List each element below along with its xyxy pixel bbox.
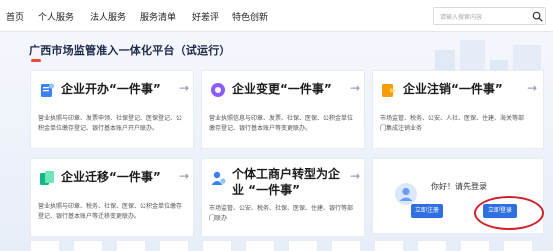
card-business-open[interactable]: 企业开办“一件事” → 营业执照与印章、发票申领、社保登记、医保登记、公积金单位… xyxy=(30,70,194,149)
nav-personal-services[interactable]: 个人服务 xyxy=(38,10,74,23)
individual-transform-icon xyxy=(211,171,226,185)
avatar-icon xyxy=(395,183,417,205)
arrow-right-icon[interactable]: → xyxy=(179,81,189,95)
arrow-right-icon[interactable]: → xyxy=(527,81,537,95)
service-tile[interactable] xyxy=(116,240,146,251)
card-business-cancel[interactable]: 企业注销“一件事” → 市场监管、税务、公安、人社、医保、住建、海关等部门集成注… xyxy=(372,70,544,149)
service-tile[interactable] xyxy=(288,240,318,251)
card-title: 企业迁移“一件事” xyxy=(61,170,161,184)
service-tile[interactable] xyxy=(460,240,490,251)
card-title-line1: 个体工商户转型为企 xyxy=(232,167,341,181)
nav-service-list[interactable]: 服务清单 xyxy=(140,10,176,23)
card-description: 市场监管、税务、公安、人社、医保、住建、海关等部门集成注销业务 xyxy=(380,115,525,132)
arrow-right-icon[interactable]: → xyxy=(350,169,360,183)
nav-featured-innovation[interactable]: 特色创新 xyxy=(232,10,268,23)
nav-corporate-services[interactable]: 法人服务 xyxy=(90,10,126,23)
highlight-circle xyxy=(474,196,544,230)
login-prompt: 你好！请先登录 xyxy=(431,182,487,191)
business-cancel-icon xyxy=(382,84,396,97)
business-migrate-icon xyxy=(40,171,54,185)
service-tile[interactable] xyxy=(331,240,361,251)
business-change-icon xyxy=(211,83,225,97)
card-description: 市场监管、公安、税务、社保、医保、住建、银行等部门联办 xyxy=(209,205,354,222)
search-icon[interactable] xyxy=(532,11,543,22)
business-open-icon xyxy=(41,83,55,97)
card-description: 营业执照与印章、税务、社保、医保、公积金单位缴存登记、银行基本账户等迁移变更联办… xyxy=(38,203,183,220)
card-business-change[interactable]: 企业变更“一件事” → 营业执照信息与印章、发票、社保、医保、公积金单位缴存登记… xyxy=(201,70,365,149)
card-description: 营业执照信息与印章、发票、社保、医保、公积金单位缴存登记、银行基本账户等变更联办… xyxy=(209,115,354,132)
nav-home[interactable]: 首页 xyxy=(6,10,24,23)
nav-evaluation[interactable]: 好差评 xyxy=(192,10,219,23)
search-placeholder: 请输入搜索内容 xyxy=(440,14,483,21)
platform-title: 广西市场监管准入一体化平台（试运行） xyxy=(29,44,231,57)
card-business-migrate[interactable]: 企业迁移“一件事” → 营业执照与印章、税务、社保、医保、公积金单位缴存登记、银… xyxy=(30,158,194,237)
card-individual-transform[interactable]: 个体工商户转型为企 业 “一件事” → 市场监管、公安、税务、社保、医保、住建、… xyxy=(201,158,365,237)
service-tile[interactable] xyxy=(159,240,189,251)
top-navigation: 首页 个人服务 法人服务 服务清单 好差评 特色创新 请输入搜索内容 xyxy=(0,0,553,32)
service-tile[interactable] xyxy=(503,240,533,251)
card-title: 企业开办“一件事” xyxy=(61,82,161,96)
card-title-line2: 业 “一件事” xyxy=(232,183,300,197)
arrow-right-icon[interactable]: → xyxy=(179,169,189,183)
search-box[interactable]: 请输入搜索内容 xyxy=(433,7,546,25)
card-title: 企业注销“一件事” xyxy=(403,82,503,96)
service-tile[interactable] xyxy=(30,240,60,251)
service-tile[interactable] xyxy=(374,240,404,251)
title-underline xyxy=(31,59,41,62)
card-description: 营业执照与印章、发票申领、社保登记、医保登记、公积金单位缴存登记、银行基本账户开… xyxy=(38,115,183,132)
arrow-right-icon[interactable]: → xyxy=(350,81,360,95)
service-tile[interactable] xyxy=(73,240,103,251)
card-title: 企业变更“一件事” xyxy=(232,82,332,96)
service-tile[interactable] xyxy=(202,240,232,251)
service-tile[interactable] xyxy=(417,240,447,251)
register-button[interactable]: 立即注册 xyxy=(411,204,443,218)
service-tile[interactable] xyxy=(245,240,275,251)
